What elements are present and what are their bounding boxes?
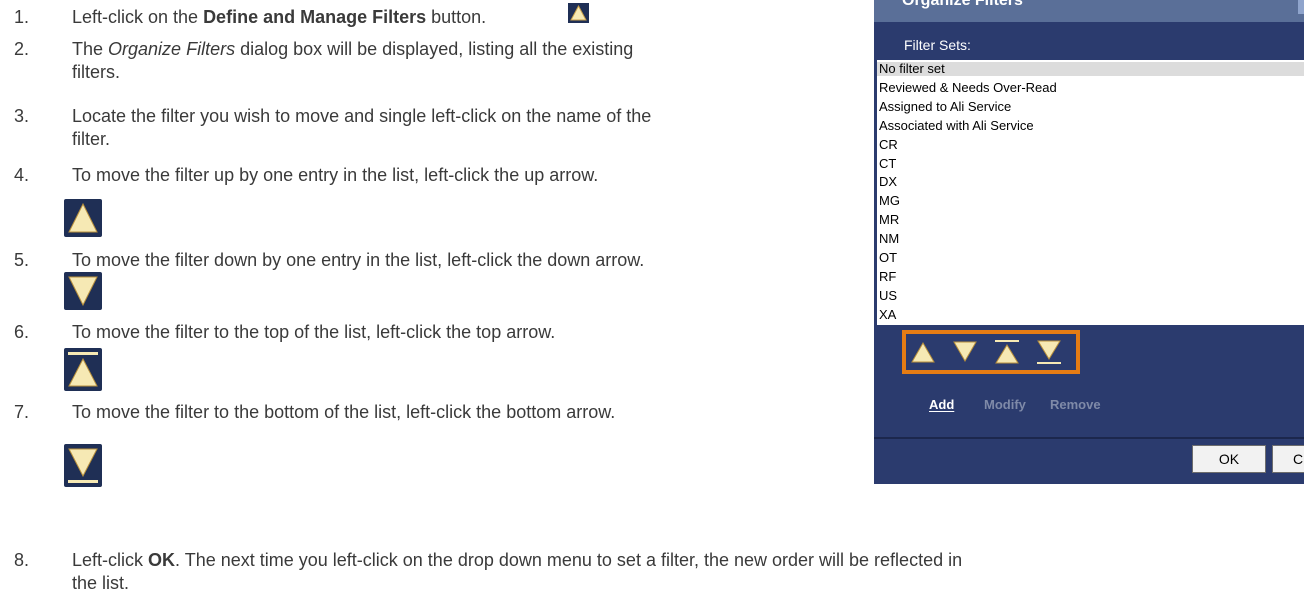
step-text-cont: the list. [72,573,130,593]
step-text: To move the filter up by one entry in th… [72,165,599,185]
bottom-arrow-icon [64,444,102,487]
ok-button[interactable]: OK [1192,445,1266,473]
step-number: 1. [14,7,30,27]
filter-set-item[interactable]: Reviewed & Needs Over-Read [877,80,1304,95]
filter-set-item[interactable]: CR [877,137,1304,152]
button-name: Define and Manage Filters [203,7,427,27]
filter-sets-label: Filter Sets: [904,37,971,53]
dialog-separator [874,437,1304,439]
dialog-titlebar: Organize Filters [874,0,1304,22]
step-number: 5. [14,250,30,270]
step-7: 7. To move the filter to the bottom of t… [14,401,864,424]
filter-set-item[interactable]: Assigned to Ali Service [877,99,1304,114]
step-text: Locate the filter you wish to move and s… [72,106,652,126]
add-button[interactable]: Add [929,397,954,412]
top-arrow-icon [64,348,102,391]
filter-icon [568,3,589,23]
move-bottom-button[interactable] [1034,337,1064,367]
dialog-title: Organize Filters [902,0,1023,9]
move-down-button[interactable] [950,337,980,367]
filter-set-item[interactable]: CT [877,156,1304,171]
step-text: button. [426,7,487,27]
step-text: To move the filter to the top of the lis… [72,322,556,342]
move-up-button[interactable] [908,337,938,367]
step-6: 6. To move the filter to the top of the … [14,321,864,344]
step-text: To move the filter to the bottom of the … [72,402,616,422]
step-number: 3. [14,106,30,126]
filter-set-item[interactable]: Associated with Ali Service [877,118,1304,133]
step-number: 6. [14,322,30,342]
step-number: 2. [14,39,30,59]
filter-set-item[interactable]: MG [877,194,1304,208]
organize-filters-dialog: Organize Filters Filter Sets: No filter … [874,0,1304,484]
step-8: 8. Left-click OK. The next time you left… [14,549,1294,595]
filter-set-item[interactable]: NM [877,232,1304,246]
filter-set-item[interactable]: XA [877,307,1304,322]
step-text: Left-click [72,550,149,570]
step-4: 4. To move the filter up by one entry in… [14,164,864,187]
up-arrow-icon [64,199,102,237]
step-3: 3. Locate the filter you wish to move an… [14,105,864,151]
step-5: 5. To move the filter down by one entry … [14,249,874,272]
step-text: The [72,39,109,59]
filter-sets-list[interactable]: No filter set Reviewed & Needs Over-Read A… [877,60,1304,325]
step-text-cont: filter. [72,129,111,149]
filter-set-item[interactable]: DX [877,175,1304,189]
ok-label: OK [148,550,176,570]
step-text: To move the filter down by one entry in … [72,250,645,270]
step-1: 1. Left-click on the Define and Manage F… [14,6,814,29]
step-text: . The next time you left-click on the dr… [175,550,963,570]
step-text-cont: filters. [72,62,121,82]
filter-set-item[interactable]: No filter set [877,62,1304,76]
filter-set-item[interactable]: OT [877,251,1304,265]
close-icon[interactable] [1298,0,1304,14]
step-number: 8. [14,550,30,570]
filter-set-item[interactable]: MR [877,213,1304,227]
step-number: 4. [14,165,30,185]
modify-button[interactable]: Modify [984,397,1026,412]
step-text: dialog box will be displayed, listing al… [235,39,634,59]
filter-set-item[interactable]: US [877,288,1304,303]
move-top-button[interactable] [992,337,1022,367]
step-2: 2. The Organize Filters dialog box will … [14,38,814,84]
down-arrow-icon [64,272,102,310]
step-number: 7. [14,402,30,422]
remove-button[interactable]: Remove [1050,397,1101,412]
dialog-name: Organize Filters [108,39,236,59]
cancel-button[interactable]: C [1272,445,1304,473]
filter-set-item[interactable]: RF [877,269,1304,284]
step-text: Left-click on the [72,7,204,27]
